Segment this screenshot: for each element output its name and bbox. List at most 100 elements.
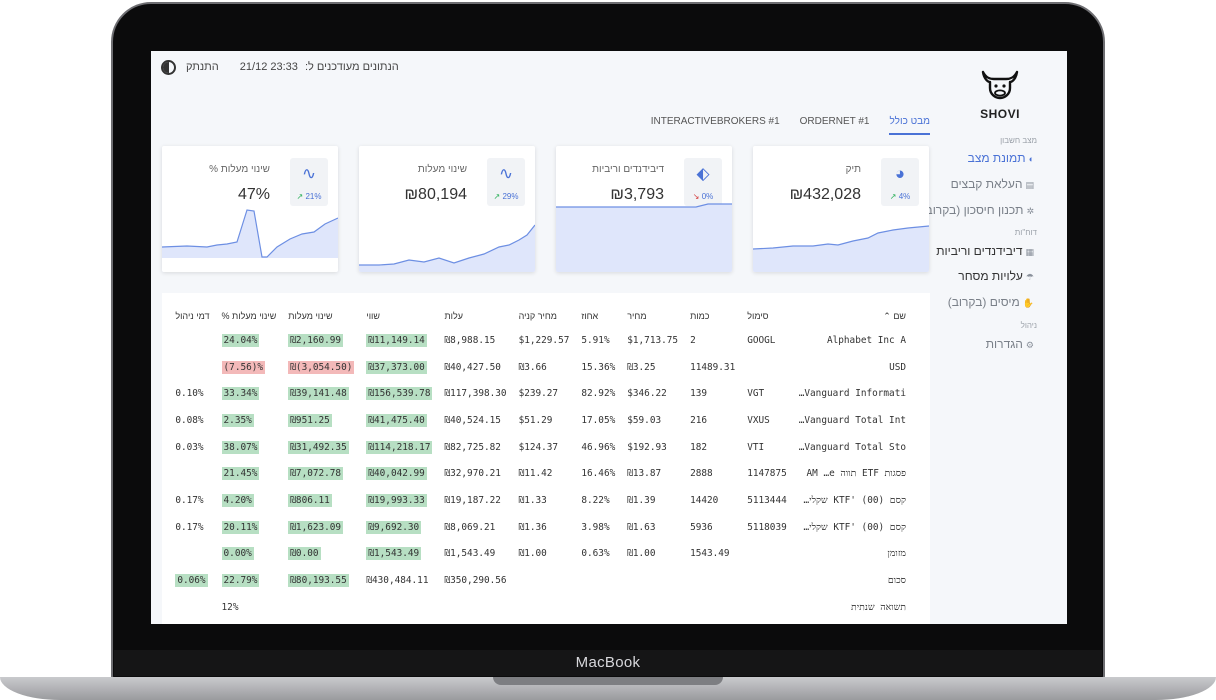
tab-ordernet[interactable]: ORDERNET #1 bbox=[800, 114, 870, 135]
cell-quantity: 14420 bbox=[690, 494, 719, 506]
cell-buy-price bbox=[513, 594, 576, 621]
cell-value: ₪19,993.33 bbox=[360, 487, 438, 514]
positive-value: ₪0.00 bbox=[288, 547, 321, 561]
cell-value: ₪156,539.78 bbox=[360, 380, 438, 407]
cell-mgmt-fee bbox=[169, 327, 215, 354]
top-status-bar: הנתונים מעודכנים ל: 23:33 21/12 התנתק bbox=[186, 61, 399, 73]
card-cost-change[interactable]: ∿ ↗ 29% שינוי מעלות ₪80,194 bbox=[359, 146, 535, 272]
cell-cost: ₪117,398.30 bbox=[444, 388, 507, 400]
cell-buy-price: ₪1.36 bbox=[518, 521, 547, 533]
umbrella-icon: ☂ bbox=[1025, 272, 1034, 282]
table-row: Vanguard Informati… VGT 139 $346.22 82.92% $2… bbox=[169, 380, 912, 407]
cell-mgmt-fee bbox=[169, 541, 215, 568]
cell-price: $192.93 bbox=[627, 441, 667, 453]
sparkline-cost-change bbox=[359, 224, 535, 272]
cell-cost-change: ₪(3,054.50) bbox=[282, 354, 360, 381]
cell-cost-change bbox=[282, 594, 360, 621]
card-cost-change-pct[interactable]: ∿ ↗ 21% שינוי מעלות % 47% bbox=[162, 146, 338, 272]
cell-quantity: 139 bbox=[690, 388, 707, 400]
card-portfolio[interactable]: ◕ ↗ 4% תיק ₪432,028 bbox=[753, 146, 929, 272]
cell-cost: ₪40,524.15 bbox=[444, 414, 501, 426]
card-pct: 4% bbox=[898, 192, 911, 201]
cell-value: ₪9,692.30 bbox=[360, 514, 438, 541]
positive-value: 4.20% bbox=[221, 493, 254, 507]
cell-percent: 8.22% bbox=[581, 494, 610, 506]
positive-value: 33.34% bbox=[221, 387, 260, 401]
theme-toggle-icon[interactable] bbox=[161, 60, 176, 75]
cell-mgmt-fee: 0.17% bbox=[175, 521, 204, 533]
logo[interactable]: SHOVI bbox=[977, 68, 1023, 121]
cell-cost-change-pct: 12% bbox=[221, 601, 239, 613]
positive-value: 0.00% bbox=[221, 547, 254, 561]
sparkline-cost-change-pct bbox=[162, 209, 338, 272]
tab-overview[interactable]: מבט כולל bbox=[889, 114, 930, 135]
account-tabs: מבט כולל ORDERNET #1 INTERACTIVEBROKERS … bbox=[651, 114, 930, 135]
positive-value: ₪9,692.30 bbox=[366, 520, 422, 534]
cell-buy-price: $124.37 bbox=[518, 441, 559, 453]
cell-mgmt-fee bbox=[169, 354, 215, 381]
cell-quantity: 2 bbox=[690, 334, 696, 346]
cell-cost-change-pct: 38.07% bbox=[216, 434, 283, 461]
cell-cost bbox=[438, 594, 512, 621]
sidebar-item-settings[interactable]: ⚙הגדרות bbox=[986, 337, 1034, 351]
cell-mgmt-fee: 0.10% bbox=[175, 388, 204, 400]
cell-cost: ₪19,187.22 bbox=[444, 494, 501, 506]
column-header-quantity: כמות bbox=[690, 311, 710, 321]
tab-interactivebrokers[interactable]: INTERACTIVEBROKERS #1 bbox=[651, 114, 780, 135]
sparkline-dividends bbox=[556, 203, 732, 272]
cell-name: Vanguard Total Int… bbox=[798, 414, 906, 426]
negative-value: (7.56)% bbox=[221, 360, 266, 374]
sidebar-item-taxes[interactable]: ✋מיסים (בקרוב) bbox=[948, 295, 1034, 309]
card-title: שינוי מעלות % bbox=[209, 164, 270, 175]
cell-name: תשואה שנתית bbox=[851, 601, 906, 613]
card-title: תיק bbox=[845, 164, 861, 175]
pie-chart-icon: ◕ bbox=[894, 164, 906, 183]
cell-price bbox=[621, 594, 684, 621]
table-row: Vanguard Total Int… VXUS 216 $59.03 17.05% $5… bbox=[169, 407, 912, 434]
calendar-icon: ▦ bbox=[1025, 247, 1034, 257]
cell-name: קסם KTF' (00) שקלי… bbox=[803, 521, 906, 533]
cell-quantity: 216 bbox=[690, 414, 707, 426]
cell-name: USD bbox=[889, 361, 906, 373]
cell-price: ₪1.63 bbox=[627, 521, 656, 533]
sidebar-item-snapshot[interactable]: ◐תמונת מצב bbox=[968, 151, 1034, 165]
cell-mgmt-fee bbox=[169, 460, 215, 487]
cell-cost-change-pct: 0.00% bbox=[216, 541, 283, 568]
hand-icon: ✋ bbox=[1022, 298, 1034, 308]
cell-value: ₪11,149.14 bbox=[360, 327, 438, 354]
positive-value: ₪31,492.35 bbox=[288, 440, 349, 454]
sidebar-item-trading-costs[interactable]: ☂עלויות מסחר bbox=[958, 269, 1034, 283]
card-badge: ∿ ↗ 29% bbox=[487, 158, 525, 206]
cell-value: ₪37,373.00 bbox=[360, 354, 438, 381]
cell-symbol: 1147875 bbox=[747, 468, 787, 480]
updated-label: הנתונים מעודכנים ל: bbox=[304, 61, 399, 73]
cell-cost-change: ₪951.25 bbox=[282, 407, 360, 434]
positive-value: 20.11% bbox=[221, 520, 260, 534]
file-icon: ▤ bbox=[1025, 180, 1034, 190]
column-header-name[interactable]: שם ⌃ bbox=[793, 305, 912, 327]
cell-cost: ₪350,290.56 bbox=[444, 575, 507, 587]
positive-value: 24.04% bbox=[221, 333, 260, 347]
cell-cost: ₪32,970.21 bbox=[444, 468, 501, 480]
positive-value: ₪41,475.40 bbox=[366, 413, 427, 427]
card-title: שינוי מעלות bbox=[417, 164, 467, 175]
sidebar-section-management: ניהול bbox=[1020, 321, 1037, 330]
column-header-buy-price: מחיר קניה bbox=[518, 311, 557, 321]
card-pct: 21% bbox=[305, 192, 322, 201]
sidebar-item-upload[interactable]: ▤העלאת קבצים bbox=[951, 177, 1034, 191]
trend-up-icon: ↗ bbox=[296, 192, 304, 201]
cell-name: סכום bbox=[887, 575, 906, 587]
card-dividends[interactable]: ⬖ ↘ 0% דיבידנדים וריביות ₪3,793 bbox=[556, 146, 732, 272]
sidebar-item-dividends[interactable]: ▦דיבידנדים וריביות bbox=[936, 244, 1034, 258]
cell-symbol: VXUS bbox=[747, 414, 770, 426]
cell-percent: 15.36% bbox=[581, 361, 616, 373]
app-screen: הנתונים מעודכנים ל: 23:33 21/12 התנתק SH… bbox=[151, 51, 1067, 624]
logout-link[interactable]: התנתק bbox=[186, 61, 219, 73]
cell-percent bbox=[575, 567, 621, 594]
cell-value: ₪430,484.11 bbox=[366, 575, 429, 587]
column-header-percent: אחוז bbox=[581, 311, 599, 321]
sliders-icon: ⚙ bbox=[1025, 340, 1034, 350]
cell-quantity: 2888 bbox=[690, 468, 713, 480]
positive-value: ₪806.11 bbox=[288, 493, 332, 507]
sidebar-item-savings[interactable]: ✲תכנון חיסכון (בקרוב) bbox=[922, 203, 1034, 217]
